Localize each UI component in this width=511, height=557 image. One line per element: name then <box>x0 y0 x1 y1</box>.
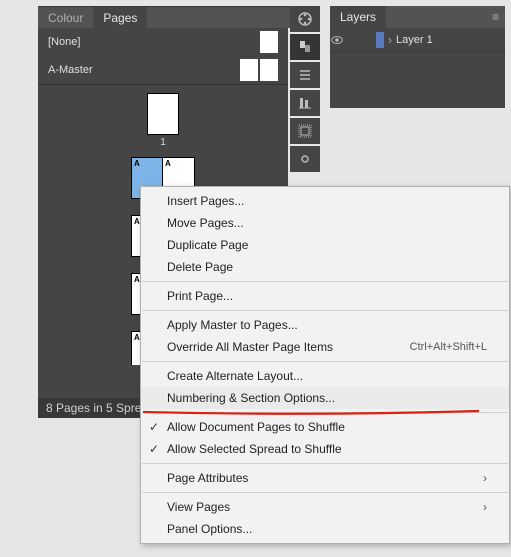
check-icon: ✓ <box>149 420 159 434</box>
page-8-prefix: A <box>134 333 140 342</box>
layers-panel-menu-icon[interactable]: ≡ <box>492 10 499 24</box>
menu-separator <box>142 463 508 464</box>
layers-panel: › Layer 1 <box>330 28 505 108</box>
layers-panel-tabbar: Layers ≡ <box>330 6 505 28</box>
menu-create-alternate-layout[interactable]: Create Alternate Layout... <box>141 365 509 387</box>
menu-move-pages[interactable]: Move Pages... <box>141 212 509 234</box>
menu-separator <box>142 361 508 362</box>
submenu-arrow-icon: › <box>483 471 487 485</box>
dock-pages-icon[interactable] <box>290 34 320 60</box>
layer-1-name: Layer 1 <box>396 34 433 46</box>
page-2-prefix: A <box>134 159 140 168</box>
master-none-thumb <box>260 31 278 53</box>
menu-numbering-section-options[interactable]: Numbering & Section Options... <box>141 387 509 409</box>
page-3-prefix: A <box>165 159 171 168</box>
master-a-thumb <box>238 59 278 81</box>
master-none-label: [None] <box>48 36 258 48</box>
menu-view-pages[interactable]: View Pages › <box>141 496 509 518</box>
master-row-none[interactable]: [None] <box>38 28 288 56</box>
pages-panel-tabbar: Colour Pages ›› ≡ <box>38 6 318 28</box>
layer-disclosure-icon[interactable]: › <box>388 33 392 47</box>
menu-separator <box>142 281 508 282</box>
menu-allow-doc-shuffle[interactable]: ✓ Allow Document Pages to Shuffle <box>141 416 509 438</box>
check-icon: ✓ <box>149 442 159 456</box>
dock-align-icon[interactable] <box>290 90 320 116</box>
menu-duplicate-page[interactable]: Duplicate Page <box>141 234 509 256</box>
page-6-prefix: A <box>134 275 140 284</box>
master-a-label: A-Master <box>48 64 238 76</box>
master-pages-list: [None] A-Master <box>38 28 288 85</box>
menu-insert-pages[interactable]: Insert Pages... <box>141 190 509 212</box>
page-1-thumb[interactable] <box>147 93 179 135</box>
dock-wrap-icon[interactable] <box>290 118 320 144</box>
menu-panel-options[interactable]: Panel Options... <box>141 518 509 540</box>
panel-dock <box>290 6 320 174</box>
menu-page-attributes[interactable]: Page Attributes › <box>141 467 509 489</box>
page-1-number: 1 <box>160 137 166 148</box>
dock-paragraph-icon[interactable] <box>290 62 320 88</box>
tab-layers[interactable]: Layers <box>330 6 386 28</box>
tab-pages[interactable]: Pages <box>93 7 147 29</box>
menu-separator <box>142 310 508 311</box>
menu-delete-page[interactable]: Delete Page <box>141 256 509 278</box>
menu-separator <box>142 412 508 413</box>
menu-override-master[interactable]: Override All Master Page Items Ctrl+Alt+… <box>141 336 509 358</box>
submenu-arrow-icon: › <box>483 500 487 514</box>
menu-allow-spread-shuffle[interactable]: ✓ Allow Selected Spread to Shuffle <box>141 438 509 460</box>
page-4-prefix: A <box>134 217 140 226</box>
spread-1[interactable]: 1 <box>147 93 179 148</box>
menu-print-page[interactable]: Print Page... <box>141 285 509 307</box>
layer-visibility-icon[interactable] <box>330 33 354 47</box>
menu-separator <box>142 492 508 493</box>
tab-layers-label: Layers <box>340 10 376 24</box>
tab-pages-label: Pages <box>103 11 137 25</box>
master-row-a[interactable]: A-Master <box>38 56 288 84</box>
pages-context-menu: Insert Pages... Move Pages... Duplicate … <box>140 186 510 544</box>
tab-colour[interactable]: Colour <box>38 7 93 29</box>
layer-color-swatch <box>376 32 384 48</box>
menu-override-shortcut: Ctrl+Alt+Shift+L <box>410 341 487 353</box>
dock-links-icon[interactable] <box>290 146 320 172</box>
layer-row-1[interactable]: › Layer 1 <box>330 28 505 52</box>
menu-apply-master[interactable]: Apply Master to Pages... <box>141 314 509 336</box>
dock-swatches-icon[interactable] <box>290 6 320 32</box>
